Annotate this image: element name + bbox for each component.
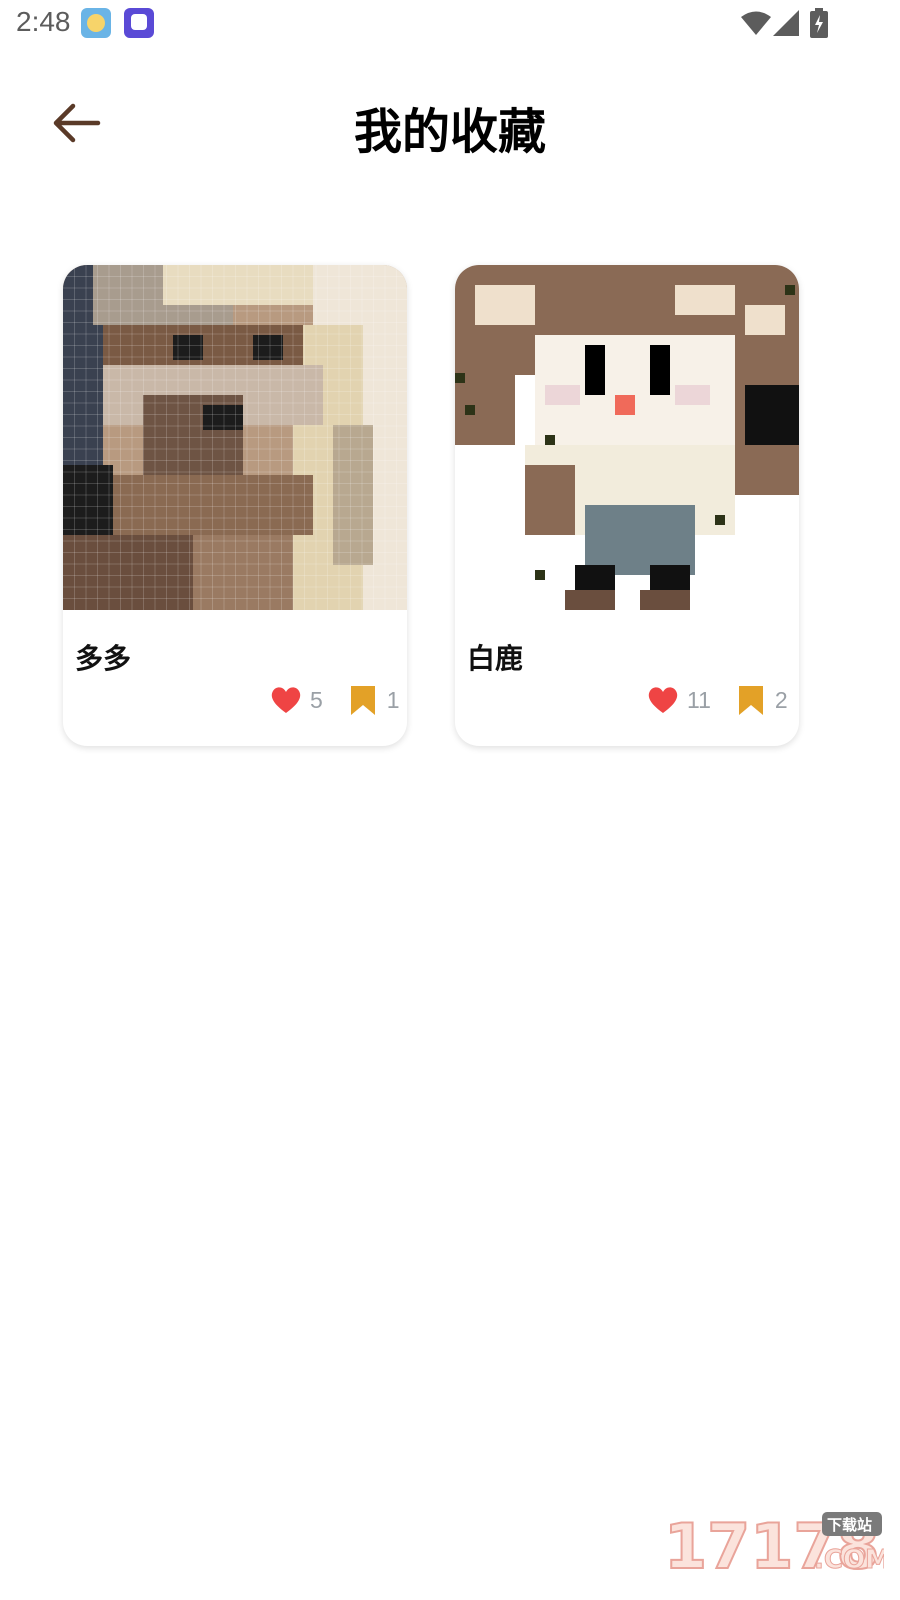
watermark-logo: 17178 下载站 .COM	[664, 1509, 884, 1576]
page-title: 我的收藏	[353, 104, 546, 160]
bookmark-icon[interactable]	[735, 684, 767, 716]
app-notification-icon	[81, 8, 111, 38]
collect-count: 1	[386, 686, 400, 713]
artwork-title: 多多	[75, 642, 132, 675]
like-count: 11	[687, 686, 711, 713]
pixel-art-portrait-image	[63, 265, 407, 610]
artwork-thumbnail[interactable]	[63, 265, 407, 610]
svg-text:.COM: .COM	[814, 1545, 884, 1575]
heart-icon[interactable]	[647, 684, 679, 716]
like-count: 5	[310, 686, 323, 713]
heart-icon[interactable]	[270, 684, 302, 716]
status-bar: 2:48	[0, 0, 900, 48]
bookmark-icon[interactable]	[347, 684, 379, 716]
svg-text:下载站: 下载站	[827, 1516, 872, 1534]
artwork-stats: 11 2	[647, 683, 788, 717]
favorite-card[interactable]: 多多 5 1	[63, 265, 407, 746]
battery-icon	[810, 8, 828, 38]
wifi-icon	[741, 11, 771, 35]
status-time: 2:48	[16, 6, 71, 37]
artwork-title: 白鹿	[467, 642, 524, 675]
signal-icon	[773, 10, 799, 36]
app-notification-icon	[124, 8, 154, 38]
pixel-art-chibi-girl-image	[455, 265, 799, 610]
favorite-card[interactable]: 白鹿 11 2	[455, 265, 799, 746]
artwork-thumbnail[interactable]	[455, 265, 799, 610]
artwork-stats: 5 1	[270, 683, 400, 717]
collect-count: 2	[774, 686, 788, 713]
